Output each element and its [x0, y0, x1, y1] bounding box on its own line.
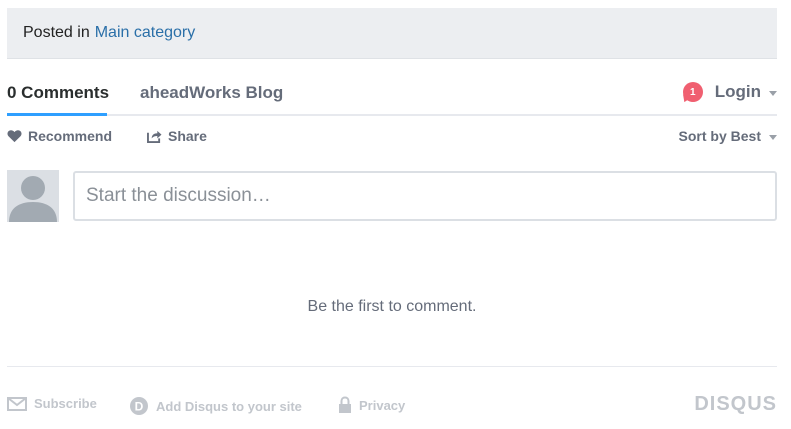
disqus-d-icon: D [130, 397, 148, 415]
privacy-link[interactable]: Privacy [338, 396, 405, 414]
notification-count: 1 [689, 86, 696, 98]
login-label: Login [714, 82, 761, 101]
tab-forum[interactable]: aheadWorks Blog [140, 83, 283, 103]
subscribe-link[interactable]: Subscribe [7, 396, 97, 411]
sort-dropdown[interactable]: Sort by Best [679, 128, 777, 144]
sort-label: Sort by Best [678, 128, 761, 144]
add-disqus-link[interactable]: D Add Disqus to your site [129, 396, 302, 416]
recommend-button[interactable]: Recommend [7, 128, 112, 144]
active-tab-indicator [7, 113, 107, 116]
share-button[interactable]: Share [147, 128, 207, 144]
comment-composer: Start the discussion… [7, 170, 777, 222]
comment-tabs: 0 Comments aheadWorks Blog 1 Login [7, 70, 777, 116]
recommend-label: Recommend [28, 128, 113, 144]
tab-comments[interactable]: 0 Comments [7, 83, 109, 103]
tab-comments-label: 0 Comments [7, 83, 110, 102]
chevron-down-icon [769, 134, 777, 140]
share-icon [147, 130, 162, 143]
share-label: Share [168, 128, 207, 144]
notification-badge[interactable]: 1 [682, 82, 703, 102]
posted-in-bar: Posted in Main category [7, 8, 777, 59]
login-menu[interactable]: 1 Login [682, 82, 777, 102]
chevron-down-icon [769, 90, 777, 96]
comment-input-placeholder: Start the discussion… [86, 185, 271, 206]
footer: Subscribe D Add Disqus to your site Priv… [7, 393, 777, 415]
envelope-icon [7, 396, 27, 411]
empty-comments-message: Be the first to comment. [307, 298, 477, 315]
footer-divider [7, 366, 777, 367]
svg-text:D: D [135, 400, 144, 414]
lock-icon [339, 396, 351, 413]
subscribe-label: Subscribe [34, 396, 97, 411]
thread-actions: Recommend Share Sort by Best [7, 126, 777, 148]
posted-in-label: Posted in [23, 24, 90, 41]
comment-input[interactable]: Start the discussion… [73, 171, 777, 221]
privacy-label: Privacy [359, 397, 406, 413]
category-link[interactable]: Main category [95, 24, 196, 42]
heart-icon [7, 130, 22, 143]
disqus-logo[interactable]: DISQUS [694, 393, 777, 416]
avatar [7, 170, 59, 222]
add-disqus-label: Add Disqus to your site [156, 398, 302, 414]
tab-forum-label: aheadWorks Blog [140, 83, 284, 102]
user-silhouette-icon [9, 176, 57, 222]
